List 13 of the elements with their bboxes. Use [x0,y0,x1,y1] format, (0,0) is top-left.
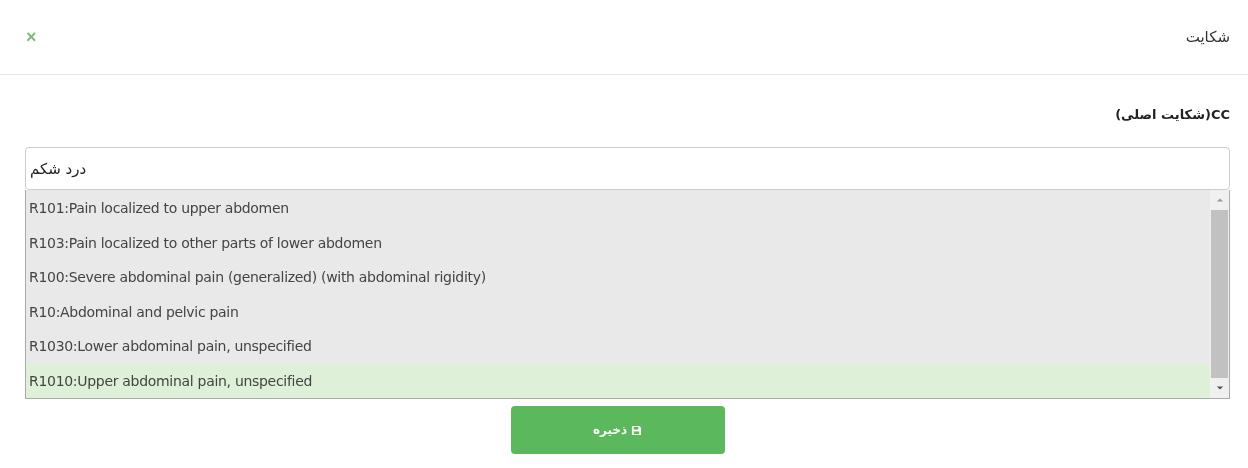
save-icon [631,424,643,436]
suggestion-item[interactable]: R1030:Lower abdominal pain, unspecified [26,329,1210,364]
complaint-input[interactable]: درد شکم [25,147,1230,190]
suggestion-item[interactable]: R10:Abdominal and pelvic pain [26,294,1210,329]
scrollbar[interactable] [1210,190,1229,398]
suggestion-item[interactable]: R101:Pain localized to upper abdomen [26,191,1210,226]
suggestion-item[interactable]: R100:Severe abdominal pain (generalized) (with abdominal rigidity) [26,260,1210,295]
suggestion-item[interactable]: R1010:Upper abdominal pain, unspecified [26,363,1210,398]
scroll-up-icon[interactable] [1215,197,1224,203]
dialog-title: شکایت [1185,28,1230,46]
scroll-down-icon[interactable] [1215,385,1224,391]
field-label: CC(شکایت اصلی) [1115,107,1230,124]
suggestion-item[interactable]: R103:Pain localized to other parts of lower abdomen [26,225,1210,260]
